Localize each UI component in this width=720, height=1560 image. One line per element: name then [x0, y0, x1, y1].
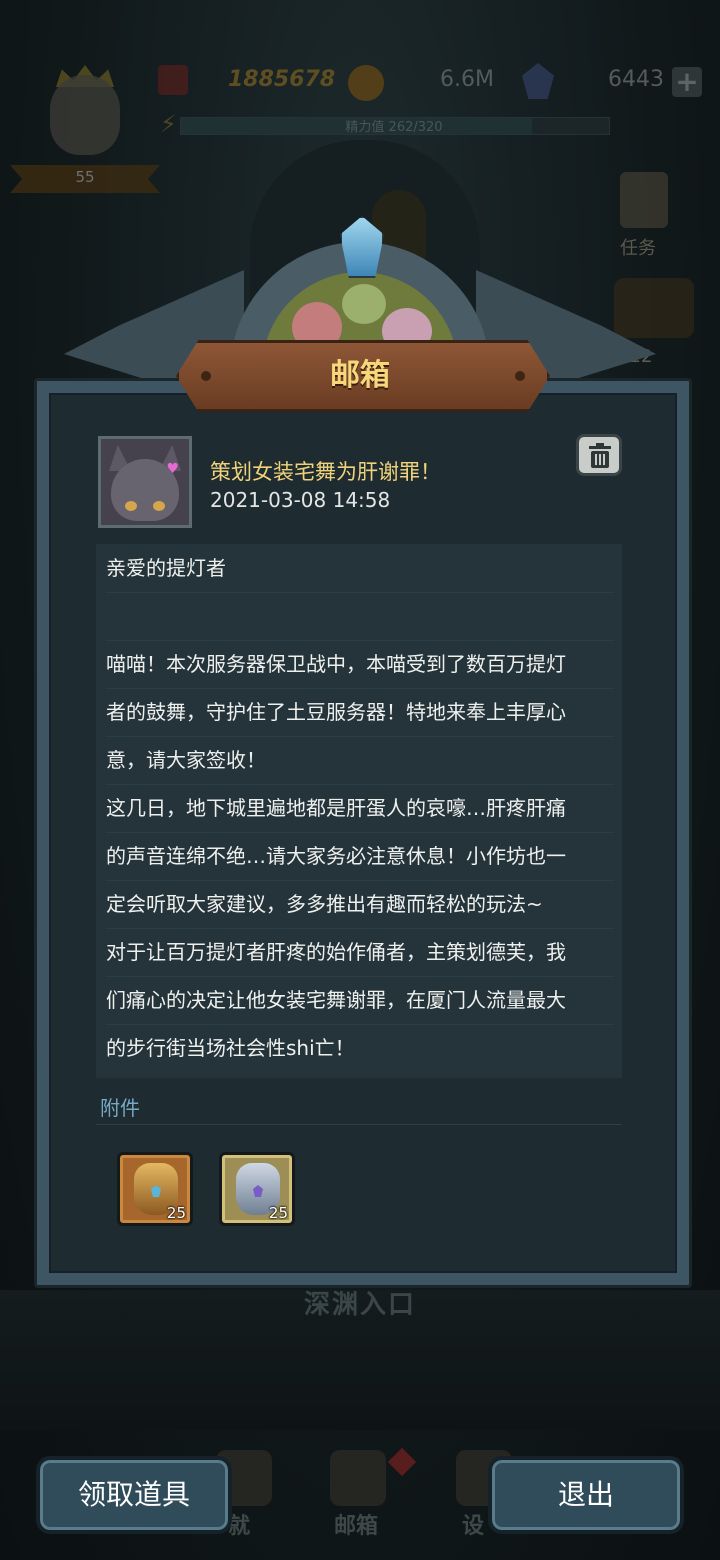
- attachments-label: 附件: [100, 1096, 140, 1120]
- avatar-portrait: [50, 75, 120, 155]
- task-button[interactable]: 任务: [596, 166, 696, 259]
- top-hud: 55 1885678 6.6M 6443 + ⚡ 精力值 262/320: [0, 55, 720, 193]
- mail-body-line: 喵喵！本次服务器保卫战中，本喵受到了数百万提灯: [106, 640, 614, 689]
- exit-button[interactable]: 退出: [488, 1456, 684, 1534]
- mail-body-line: [106, 592, 614, 641]
- claim-items-button[interactable]: 领取道具: [36, 1456, 232, 1534]
- gold-amount: 1885678: [228, 67, 336, 92]
- cat-eye: [125, 501, 137, 511]
- attachments-divider: [96, 1124, 622, 1125]
- item-count: 25: [268, 1204, 288, 1222]
- mailbox-nav-label: 邮箱: [334, 1514, 379, 1539]
- settings-nav-label: 设: [462, 1514, 485, 1539]
- mail-body-line: 们痛心的决定让他女装宅舞谢罪，在厦门人流量最大: [106, 976, 614, 1025]
- mail-body-line: 这几日，地下城里遍地都是肝蛋人的哀嚎…肝疼肝痛: [106, 784, 614, 833]
- sender-avatar: ♥: [98, 436, 192, 528]
- gift-pack-icon[interactable]: [614, 278, 694, 338]
- gem-amount: 6443: [608, 67, 664, 92]
- coin-icon: [348, 65, 384, 101]
- player-avatar[interactable]: 55: [10, 65, 160, 195]
- abyss-entrance-label: 深渊入口: [303, 1290, 416, 1320]
- attachment-item[interactable]: 25: [117, 1152, 193, 1226]
- delete-mail-button[interactable]: [576, 434, 622, 476]
- attachment-item[interactable]: 25: [219, 1152, 295, 1226]
- mail-body-line: 的步行街当场社会性shi亡！: [106, 1036, 355, 1060]
- trophy-icon: [158, 65, 188, 95]
- energy-label: 精力值 262/320: [345, 120, 443, 135]
- mail-subject: 策划女装宅舞为肝谢罪！: [210, 460, 441, 484]
- coin-amount: 6.6M: [440, 67, 494, 92]
- mail-body-line: 者的鼓舞，守护住了土豆服务器！特地来奉上丰厚心: [106, 688, 614, 737]
- mail-body-line: 亲爱的提灯者: [106, 544, 614, 593]
- mailbox-nav-icon: [330, 1450, 386, 1506]
- player-level: 55: [75, 168, 95, 186]
- mail-body-line: 意，请大家签收！: [106, 736, 614, 785]
- scroll-icon: [620, 172, 668, 228]
- add-gems-button[interactable]: +: [672, 67, 702, 97]
- heart-icon: ♥: [166, 461, 179, 477]
- cat-eye: [153, 501, 165, 511]
- task-label: 任务: [620, 238, 656, 259]
- item-count: 25: [166, 1204, 186, 1222]
- mail-body-line: 定会听取大家建议，多多推出有趣而轻松的玩法~: [106, 880, 614, 929]
- energy-bolt-icon: ⚡: [160, 110, 177, 138]
- mail-body-line: 的声音连绵不绝…请大家务必注意休息！小作坊也一: [106, 832, 614, 881]
- mail-date: 2021-03-08 14:58: [210, 488, 391, 512]
- mail-body[interactable]: 亲爱的提灯者 喵喵！本次服务器保卫战中，本喵受到了数百万提灯 者的鼓舞，守护住了…: [96, 544, 622, 1078]
- gem-icon: [522, 63, 554, 99]
- mail-body-line: 对于让百万提灯者肝疼的始作俑者，主策划德芙，我: [106, 928, 614, 977]
- trash-icon: [589, 443, 611, 468]
- mailbox-title: 邮箱: [330, 358, 390, 393]
